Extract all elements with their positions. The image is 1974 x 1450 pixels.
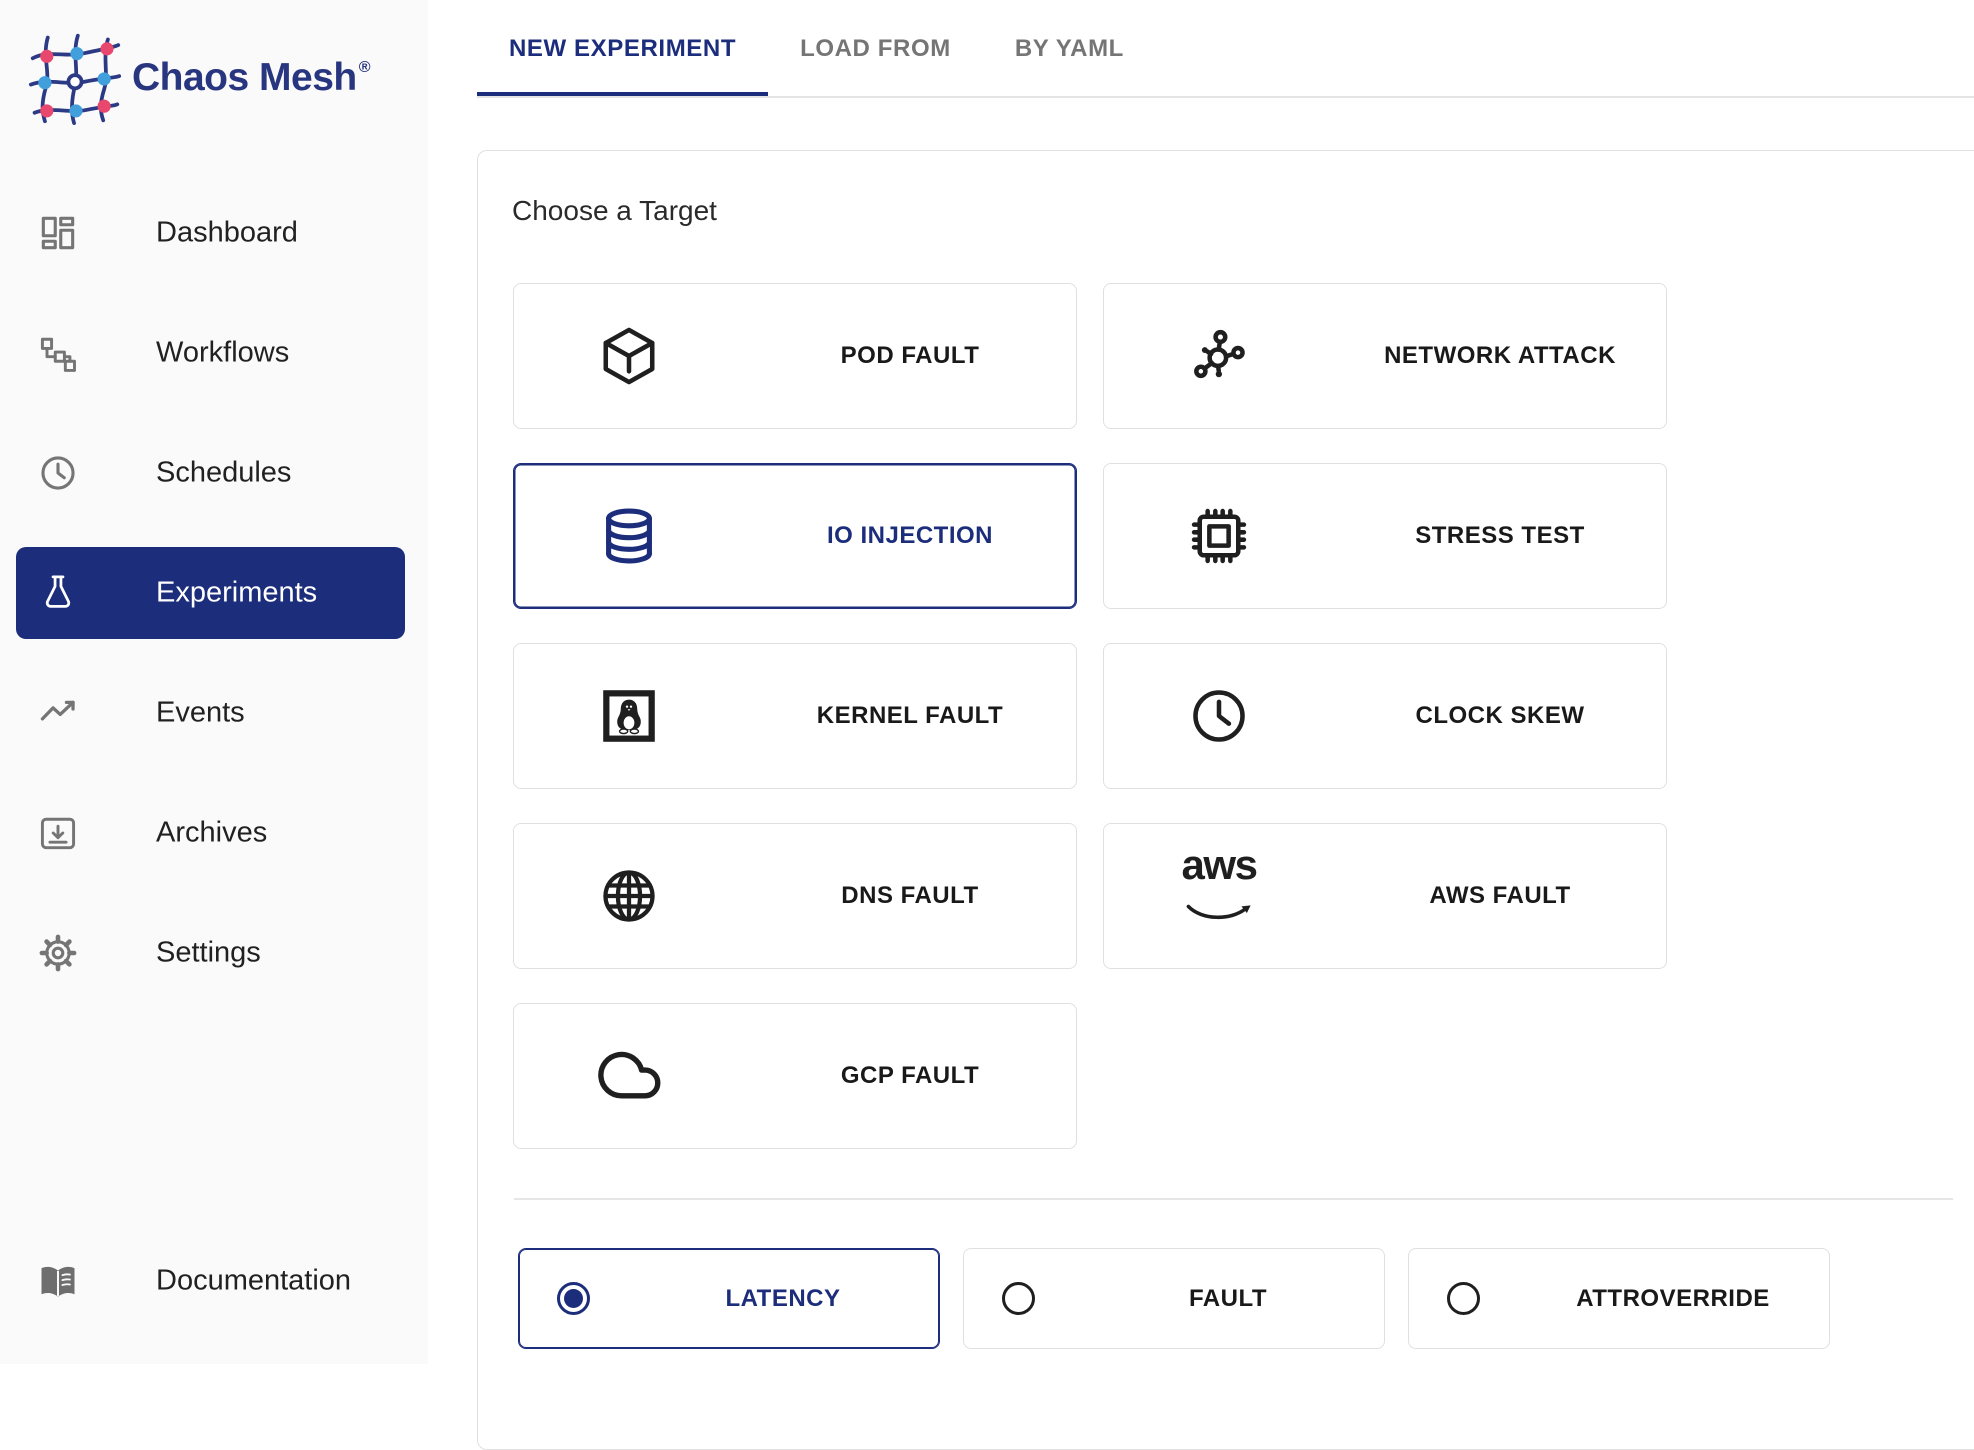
documentation-book-icon xyxy=(36,1259,80,1303)
sidebar-item-label: Settings xyxy=(156,936,261,969)
action-card-latency[interactable]: LATENCY xyxy=(518,1248,940,1349)
target-card-label: AWS FAULT xyxy=(1429,882,1571,909)
settings-gear-icon xyxy=(36,931,80,975)
workflows-icon xyxy=(36,331,80,375)
target-card-clock-skew[interactable]: CLOCK SKEW xyxy=(1103,643,1667,789)
sidebar-item-dashboard[interactable]: Dashboard xyxy=(0,173,428,293)
aws-logo-icon: aws xyxy=(1104,844,1334,948)
archives-icon xyxy=(36,811,80,855)
cloud-icon xyxy=(514,1042,744,1110)
action-card-attroverride[interactable]: ATTROVERRIDE xyxy=(1408,1248,1830,1349)
panel-title: Choose a Target xyxy=(512,195,717,226)
globe-icon xyxy=(514,862,744,930)
schedules-icon xyxy=(36,451,80,495)
main-content: NEW EXPERIMENT LOAD FROM BY YAML Choose a … xyxy=(428,0,1974,1450)
sidebar-item-label: Events xyxy=(156,696,245,729)
sidebar-item-experiments[interactable]: Experiments xyxy=(0,533,428,653)
action-card-label: ATTROVERRIDE xyxy=(1576,1284,1770,1312)
new-experiment-panel: Choose a Target POD FAULT NETWORK ATTACK I… xyxy=(477,150,1974,1450)
action-card-fault[interactable]: FAULT xyxy=(963,1248,1385,1349)
radio-zone xyxy=(519,1282,627,1315)
sidebar-item-settings[interactable]: Settings xyxy=(0,893,428,1013)
brand-name: Chaos Mesh ® xyxy=(132,56,371,99)
tab-bar: NEW EXPERIMENT LOAD FROM BY YAML xyxy=(477,0,1156,98)
sidebar-nav: Dashboard Workflows Schedules Experiments Ev… xyxy=(0,173,428,1013)
sidebar-item-workflows[interactable]: Workflows xyxy=(0,293,428,413)
target-card-label: DNS FAULT xyxy=(841,882,979,909)
experiments-flask-icon xyxy=(36,571,80,615)
section-divider xyxy=(514,1198,1953,1200)
tab-bar-divider xyxy=(477,96,1974,98)
target-card-dns-fault[interactable]: DNS FAULT xyxy=(513,823,1077,969)
chaos-mesh-app: Chaos Mesh ® Dashboard Workflows Schedules E… xyxy=(0,0,1974,1450)
pod-cube-icon xyxy=(514,322,744,390)
sidebar-item-label: Documentation xyxy=(156,1264,352,1297)
target-card-label: POD FAULT xyxy=(840,342,980,369)
sidebar-footer: Documentation xyxy=(0,1221,428,1341)
action-row: LATENCY FAULT ATTROVERRIDE xyxy=(518,1248,1830,1349)
sidebar-item-schedules[interactable]: Schedules xyxy=(0,413,428,533)
sidebar-item-documentation[interactable]: Documentation xyxy=(0,1221,428,1341)
target-card-gcp-fault[interactable]: GCP FAULT xyxy=(513,1003,1077,1149)
target-card-io-injection[interactable]: IO INJECTION xyxy=(513,463,1077,609)
tab-by-yaml[interactable]: BY YAML xyxy=(983,0,1156,98)
radio-zone xyxy=(964,1282,1072,1315)
database-icon xyxy=(514,502,744,570)
sidebar-item-events[interactable]: Events xyxy=(0,653,428,773)
target-card-label: IO INJECTION xyxy=(826,522,994,549)
target-card-stress-test[interactable]: STRESS TEST xyxy=(1103,463,1667,609)
sidebar-item-label: Dashboard xyxy=(156,216,298,249)
radio-unchecked-icon[interactable] xyxy=(1446,1282,1480,1315)
sidebar-item-label: Archives xyxy=(156,816,268,849)
target-card-label: KERNEL FAULT xyxy=(816,702,1004,729)
chaos-mesh-logo-icon xyxy=(28,33,122,125)
cpu-chip-icon xyxy=(1104,502,1334,570)
target-card-pod-fault[interactable]: POD FAULT xyxy=(513,283,1077,429)
network-nodes-icon xyxy=(1104,322,1334,390)
target-card-kernel-fault[interactable]: KERNEL FAULT xyxy=(513,643,1077,789)
sidebar-item-archives[interactable]: Archives xyxy=(0,773,428,893)
target-card-aws-fault[interactable]: aws AWS FAULT xyxy=(1103,823,1667,969)
tab-new-experiment[interactable]: NEW EXPERIMENT xyxy=(477,0,769,98)
sidebar-item-label: Schedules xyxy=(156,456,292,489)
target-grid: POD FAULT NETWORK ATTACK IO INJECTION STRES… xyxy=(513,283,1667,1149)
dashboard-icon xyxy=(36,211,80,255)
target-card-label: STRESS TEST xyxy=(1415,522,1585,549)
registered-mark: ® xyxy=(358,59,371,76)
target-card-label: NETWORK ATTACK xyxy=(1384,342,1616,369)
radio-zone xyxy=(1409,1282,1517,1315)
aws-logo-icon: aws xyxy=(1182,844,1258,948)
brand-logo[interactable]: Chaos Mesh ® xyxy=(28,28,371,128)
tab-load-from[interactable]: LOAD FROM xyxy=(768,0,983,98)
target-card-network-attack[interactable]: NETWORK ATTACK xyxy=(1103,283,1667,429)
sidebar-item-label: Workflows xyxy=(156,336,290,369)
target-card-label: GCP FAULT xyxy=(840,1062,980,1089)
linux-tux-icon xyxy=(514,682,744,750)
events-chart-icon xyxy=(36,691,80,735)
radio-unchecked-icon[interactable] xyxy=(1001,1282,1035,1315)
clock-icon xyxy=(1104,682,1334,750)
radio-checked-icon[interactable] xyxy=(556,1282,590,1315)
sidebar: Chaos Mesh ® Dashboard Workflows Schedules E… xyxy=(0,0,428,1364)
target-card-label: CLOCK SKEW xyxy=(1415,702,1585,729)
action-card-label: FAULT xyxy=(1188,1284,1268,1312)
sidebar-item-label: Experiments xyxy=(156,576,318,609)
action-card-label: LATENCY xyxy=(725,1284,841,1312)
